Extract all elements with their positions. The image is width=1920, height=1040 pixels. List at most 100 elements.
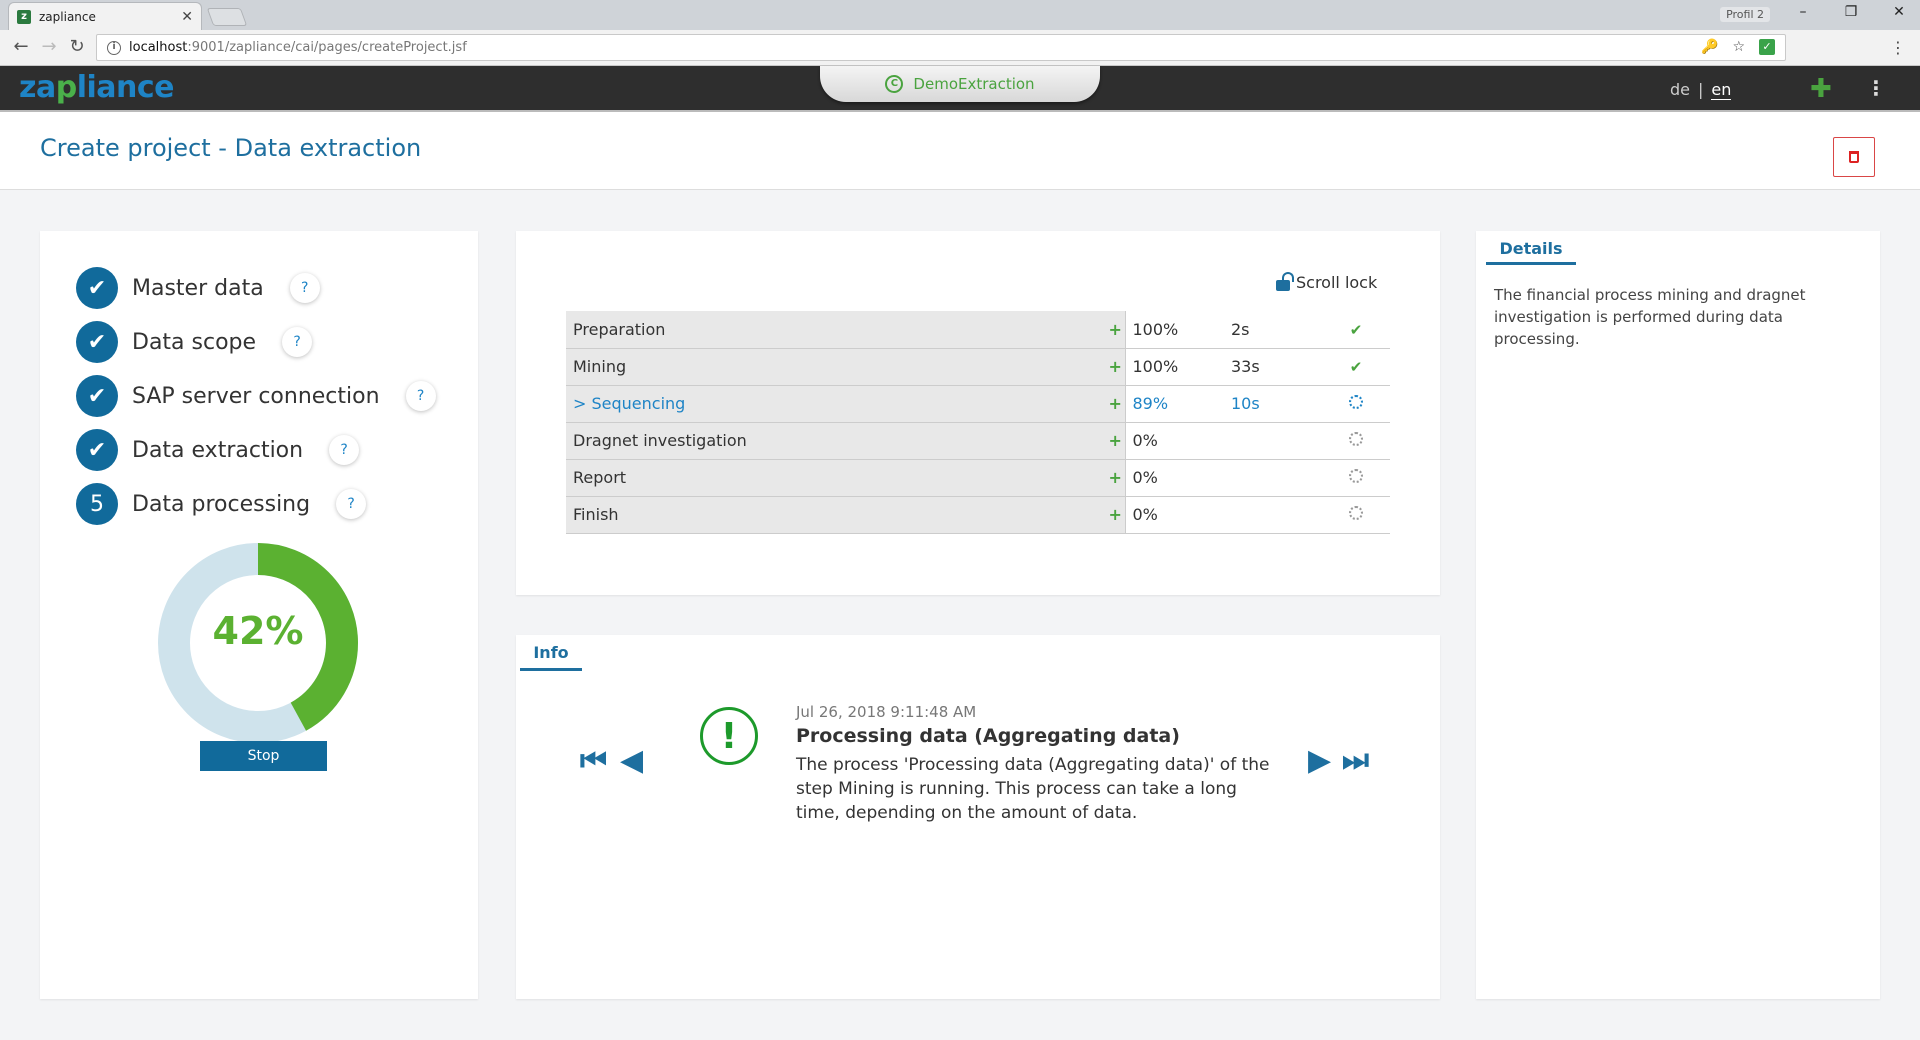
restore-icon[interactable]: ❐	[1836, 4, 1866, 20]
browser-toolbar: ← → ↻ i localhost:9001/zapliance/cai/pag…	[0, 30, 1920, 66]
spinner-icon	[1349, 506, 1363, 520]
phase-row[interactable]: Dragnet investigation +0%	[566, 422, 1390, 460]
info-panel: Info ⏮ ◀ ! Jul 26, 2018 9:11:48 AM Proce…	[516, 635, 1440, 999]
phase-duration: 33s	[1224, 348, 1322, 386]
progress-percent: 42%	[212, 609, 304, 653]
phase-row[interactable]: Report +0%	[566, 459, 1390, 497]
phase-name: Finish	[566, 496, 1106, 534]
browser-tabstrip: z zapliance ✕ Profil 2 – ❐ ✕	[0, 0, 1920, 30]
language-switcher: de | en	[1670, 80, 1732, 100]
browser-menu-icon[interactable]: ⋮	[1890, 38, 1906, 57]
extension-icon[interactable]: ✓	[1759, 39, 1775, 55]
project-name: DemoExtraction	[913, 75, 1035, 93]
forward-arrow-icon[interactable]: →	[38, 38, 60, 56]
zapliance-favicon-icon: z	[17, 9, 31, 24]
trash-icon	[1849, 151, 1859, 163]
step-sap-server-connection[interactable]: ✔ SAP server connection ?	[76, 375, 436, 417]
phase-status	[1322, 496, 1390, 534]
expand-plus-icon[interactable]: +	[1106, 348, 1126, 386]
phase-duration: 2s	[1224, 311, 1322, 349]
step-number: 5	[76, 483, 118, 525]
help-button[interactable]: ?	[282, 327, 313, 357]
step-label: Data scope	[132, 329, 257, 355]
minimize-icon[interactable]: –	[1788, 4, 1818, 20]
app-menu-icon[interactable]: ⋮	[1866, 76, 1886, 100]
browser-tab[interactable]: z zapliance ✕	[8, 2, 202, 30]
add-plus-icon[interactable]: ✚	[1810, 74, 1832, 104]
help-button[interactable]: ?	[336, 489, 367, 519]
step-check-icon: ✔	[76, 321, 118, 363]
phase-name: > Sequencing	[566, 385, 1106, 423]
zapliance-logo[interactable]: zapliance	[19, 70, 175, 105]
logo-rest: liance	[76, 70, 175, 105]
scroll-lock-toggle[interactable]: Scroll lock	[1276, 271, 1377, 292]
phase-duration	[1224, 422, 1322, 460]
phase-percent: 0%	[1125, 459, 1224, 497]
phase-name: Report	[566, 459, 1106, 497]
expand-plus-icon[interactable]: +	[1106, 496, 1126, 534]
delete-project-button[interactable]	[1833, 137, 1875, 177]
step-check-icon: ✔	[76, 375, 118, 417]
check-icon: ✔	[1349, 358, 1363, 376]
phases-table: Preparation +100% 2s ✔ Mining +100% 33s ✔ > Sequ…	[566, 311, 1390, 534]
lang-separator: |	[1698, 80, 1704, 99]
phase-name: Mining	[566, 348, 1106, 386]
lang-de-link[interactable]: de	[1670, 80, 1690, 100]
step-label: Data extraction	[132, 437, 304, 463]
step-master-data[interactable]: ✔ Master data ?	[76, 267, 320, 309]
step-data-extraction[interactable]: ✔ Data extraction ?	[76, 429, 360, 471]
phase-percent: 0%	[1125, 422, 1224, 460]
step-check-icon: ✔	[76, 429, 118, 471]
site-info-icon[interactable]: i	[107, 40, 121, 55]
project-tab[interactable]: C DemoExtraction	[820, 66, 1100, 102]
new-tab-button[interactable]	[206, 8, 248, 26]
help-button[interactable]: ?	[329, 435, 360, 465]
project-icon: C	[885, 75, 904, 93]
first-message-icon[interactable]: ⏮	[580, 743, 607, 778]
phase-row[interactable]: > Sequencing +89% 10s	[566, 385, 1390, 423]
next-message-icon[interactable]: ▶	[1308, 743, 1331, 778]
details-panel: Details The financial process mining and…	[1476, 231, 1880, 999]
phase-status	[1322, 422, 1390, 460]
phase-duration	[1224, 496, 1322, 534]
phase-name: Dragnet investigation	[566, 422, 1106, 460]
steps-panel: ✔ Master data ? ✔ Data scope ? ✔ SAP ser…	[40, 231, 478, 999]
profile-badge[interactable]: Profil 2	[1720, 7, 1770, 22]
bookmark-star-icon[interactable]: ☆	[1732, 39, 1745, 55]
app-header: zapliance C DemoExtraction de | en ✚ ⋮	[0, 66, 1920, 112]
reload-icon[interactable]: ↻	[66, 38, 88, 56]
spinner-icon	[1349, 469, 1363, 483]
expand-plus-icon[interactable]: +	[1106, 422, 1126, 460]
step-data-processing[interactable]: 5 Data processing ?	[76, 483, 367, 525]
expand-plus-icon[interactable]: +	[1106, 311, 1126, 349]
expand-plus-icon[interactable]: +	[1106, 385, 1126, 423]
phase-row[interactable]: Mining +100% 33s ✔	[566, 348, 1390, 386]
phase-row[interactable]: Preparation +100% 2s ✔	[566, 311, 1390, 349]
tab-details[interactable]: Details	[1486, 231, 1576, 265]
expand-plus-icon[interactable]: +	[1106, 459, 1126, 497]
tab-info[interactable]: Info	[520, 635, 582, 671]
url-input[interactable]: i localhost:9001/zapliance/cai/pages/cre…	[96, 34, 1786, 61]
phase-row[interactable]: Finish +0%	[566, 496, 1390, 534]
previous-message-icon[interactable]: ◀	[620, 743, 643, 778]
tab-close-icon[interactable]: ✕	[181, 9, 193, 25]
phase-status	[1322, 385, 1390, 423]
lang-en-link[interactable]: en	[1711, 80, 1732, 100]
back-arrow-icon[interactable]: ←	[10, 38, 32, 56]
phase-percent: 100%	[1125, 311, 1224, 349]
check-icon: ✔	[1349, 320, 1363, 339]
page-title: Create project - Data extraction	[40, 134, 422, 162]
close-window-icon[interactable]: ✕	[1884, 4, 1914, 20]
page-header: Create project - Data extraction	[0, 112, 1920, 190]
last-message-icon[interactable]: ⏭	[1342, 743, 1369, 778]
phase-name: Preparation	[566, 311, 1106, 349]
key-icon[interactable]: 🔑	[1701, 39, 1718, 55]
stop-button[interactable]: Stop	[200, 741, 327, 771]
help-button[interactable]: ?	[405, 381, 436, 411]
help-button[interactable]: ?	[289, 273, 320, 303]
step-data-scope[interactable]: ✔ Data scope ?	[76, 321, 313, 363]
omnibox-actions: 🔑 ☆ ✓	[1701, 39, 1775, 55]
url-host: localhost	[129, 40, 188, 55]
url-path: :9001/zapliance/cai/pages/createProject.…	[187, 40, 467, 55]
phases-panel: Scroll lock Preparation +100% 2s ✔ Mining +10…	[516, 231, 1440, 595]
